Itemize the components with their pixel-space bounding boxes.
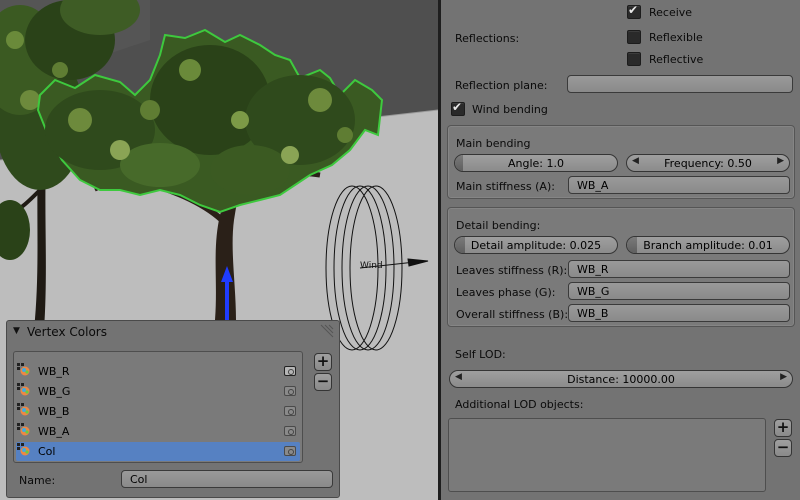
receive-checkbox[interactable] (627, 3, 641, 19)
leaves-phase-field[interactable]: WB_G (568, 282, 790, 300)
vertex-color-name: WB_B (38, 405, 70, 418)
leaves-stiffness-label: Leaves stiffness (R): (456, 264, 568, 277)
remove-vertex-color-button[interactable]: − (314, 373, 332, 391)
distance-slider[interactable]: ◀ Distance: 10000.00 ▶ (449, 370, 793, 388)
properties-panel: Receive Reflections: Reflexible Reflecti… (441, 0, 800, 500)
additional-lod-label: Additional LOD objects: (455, 398, 584, 411)
reflection-plane-field[interactable] (567, 75, 793, 93)
reflexible-label: Reflexible (649, 31, 703, 44)
vertex-color-icon (17, 403, 30, 416)
list-item[interactable]: WB_A (16, 422, 300, 441)
angle-value: Angle: 1.0 (508, 157, 564, 170)
vertex-color-icon (17, 443, 30, 456)
active-render-camera-icon[interactable] (284, 386, 296, 396)
receive-label: Receive (649, 6, 693, 19)
main-stiffness-label: Main stiffness (A): (456, 180, 555, 193)
overall-stiffness-field[interactable]: WB_B (568, 304, 790, 322)
panel-drag-handle-icon[interactable] (317, 323, 335, 341)
add-lod-object-button[interactable]: + (774, 419, 792, 437)
detail-bending-title: Detail bending: (456, 219, 541, 232)
list-item[interactable]: WB_G (16, 382, 300, 401)
list-item[interactable]: WB_R (16, 362, 300, 381)
angle-slider[interactable]: Angle: 1.0 (454, 154, 618, 172)
leaves-stiffness-field[interactable]: WB_R (568, 260, 790, 278)
add-vertex-color-button[interactable]: + (314, 353, 332, 371)
name-field[interactable]: Col (121, 470, 333, 488)
vertex-color-name: WB_G (38, 385, 71, 398)
detail-bending-box: Detail bending: Detail amplitude: 0.025 … (447, 207, 795, 327)
list-item[interactable]: Col (16, 442, 300, 461)
vertex-colors-list[interactable]: WB_R WB_G WB_B WB_A Col (13, 351, 303, 463)
increment-arrow-icon[interactable]: ▶ (777, 156, 784, 166)
wind-bending-label: Wind bending (472, 103, 548, 116)
detail-amplitude-value: Detail amplitude: 0.025 (470, 239, 602, 252)
reflections-label: Reflections: (455, 32, 520, 45)
vertex-color-name: WB_R (38, 365, 70, 378)
collapse-triangle-icon[interactable]: ▼ (13, 326, 20, 336)
active-render-camera-icon[interactable] (284, 406, 296, 416)
vertex-color-icon (17, 363, 30, 376)
lod-objects-list[interactable] (448, 418, 766, 492)
reflective-label: Reflective (649, 53, 704, 66)
remove-lod-object-button[interactable]: − (774, 439, 792, 457)
active-render-camera-icon[interactable] (284, 446, 296, 456)
vertex-color-name: WB_A (38, 425, 70, 438)
reflection-plane-label: Reflection plane: (455, 79, 548, 92)
frequency-value: Frequency: 0.50 (664, 157, 752, 170)
overall-stiffness-label: Overall stiffness (B): (456, 308, 569, 321)
name-label: Name: (19, 474, 56, 487)
active-render-camera-icon[interactable] (284, 426, 296, 436)
list-item[interactable]: WB_B (16, 402, 300, 421)
increment-arrow-icon[interactable]: ▶ (780, 372, 787, 382)
branch-amplitude-value: Branch amplitude: 0.01 (643, 239, 773, 252)
branch-amplitude-slider[interactable]: Branch amplitude: 0.01 (626, 236, 790, 254)
3d-viewport[interactable]: Wind ▼ Vertex Colors WB_R WB_G WB_B WB_A… (0, 0, 438, 500)
main-stiffness-field[interactable]: WB_A (568, 176, 790, 194)
self-lod-label: Self LOD: (455, 348, 506, 361)
main-bending-title: Main bending (456, 137, 531, 150)
wind-bending-checkbox[interactable] (451, 100, 465, 116)
vertex-colors-title: Vertex Colors (27, 325, 107, 339)
wind-gizmo-label: Wind (360, 261, 383, 271)
vertex-color-name: Col (38, 445, 56, 458)
reflexible-checkbox[interactable] (627, 30, 641, 44)
reflective-checkbox[interactable] (627, 52, 641, 66)
vertex-colors-panel: ▼ Vertex Colors WB_R WB_G WB_B WB_A Col … (6, 320, 340, 498)
distance-value: Distance: 10000.00 (567, 373, 675, 386)
vertex-color-icon (17, 423, 30, 436)
vertex-color-icon (17, 383, 30, 396)
leaves-phase-label: Leaves phase (G): (456, 286, 556, 299)
detail-amplitude-slider[interactable]: Detail amplitude: 0.025 (454, 236, 618, 254)
main-bending-box: Main bending Angle: 1.0 ◀ Frequency: 0.5… (447, 125, 795, 199)
frequency-slider[interactable]: ◀ Frequency: 0.50 ▶ (626, 154, 790, 172)
active-render-camera-icon[interactable] (284, 366, 296, 376)
